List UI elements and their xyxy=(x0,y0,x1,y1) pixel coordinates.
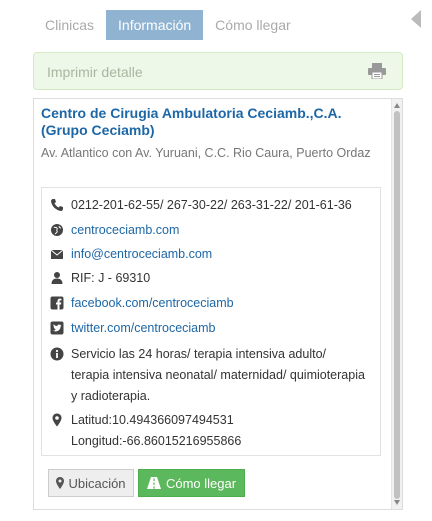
scroll-thumb[interactable] xyxy=(394,111,400,499)
map-marker-icon xyxy=(56,477,65,489)
user-icon xyxy=(51,272,63,284)
road-icon xyxy=(146,477,161,489)
phone-numbers: 0212-201-62-55/ 267-30-22/ 263-31-22/ 20… xyxy=(71,198,352,212)
tab-bar: Clinicas Información Cómo llegar xyxy=(33,10,303,40)
scroll-up-arrow-icon[interactable] xyxy=(394,103,400,108)
website-link[interactable]: centroceciamb.com xyxy=(71,222,377,238)
info-circle-icon xyxy=(50,347,64,361)
twitter-link[interactable]: twitter.com/centroceciamb xyxy=(71,320,377,336)
clinic-detail-panel: Centro de Cirugia Ambulatoria Ceciamb.,C… xyxy=(33,98,403,510)
email-link[interactable]: info@centroceciamb.com xyxy=(71,246,377,262)
tab-informacion[interactable]: Información xyxy=(106,10,204,40)
panel-scrollbar[interactable] xyxy=(391,99,402,509)
print-label: Imprimir detalle xyxy=(47,64,143,80)
clinic-address: Av. Atlantico con Av. Yuruani, C.C. Rio … xyxy=(41,146,371,160)
tab-clinicas[interactable]: Clinicas xyxy=(33,10,106,40)
facebook-icon xyxy=(50,296,64,310)
scroll-down-arrow-icon[interactable] xyxy=(394,500,400,505)
printer-icon xyxy=(368,63,386,79)
collapse-panel-icon[interactable] xyxy=(411,10,421,28)
envelope-icon xyxy=(50,249,64,259)
twitter-icon xyxy=(50,321,64,335)
services-description: Servicio las 24 horas/ terapia intensiva… xyxy=(71,347,365,403)
location-button-label: Ubicación xyxy=(68,475,126,491)
clinic-name: Centro de Cirugia Ambulatoria Ceciamb.,C… xyxy=(41,105,342,138)
coordinates: Latitud:10.494366097494531 Longitud:-66.… xyxy=(71,410,377,452)
facebook-link[interactable]: facebook.com/centroceciamb xyxy=(71,295,377,311)
longitude: Longitud:-66.86015216955866 xyxy=(71,434,242,448)
rif-number: RIF: J - 69310 xyxy=(71,271,151,285)
location-button[interactable]: Ubicación xyxy=(48,469,134,497)
phone-icon xyxy=(51,199,63,211)
latitude: Latitud:10.494366097494531 xyxy=(71,413,234,427)
directions-button[interactable]: Cómo llegar xyxy=(138,469,245,497)
globe-icon xyxy=(51,224,63,236)
directions-button-label: Cómo llegar xyxy=(165,475,237,491)
print-details-button[interactable]: Imprimir detalle xyxy=(33,52,403,90)
tab-como-llegar[interactable]: Cómo llegar xyxy=(203,10,302,40)
map-marker-icon xyxy=(52,413,62,427)
clinic-info-list: 0212-201-62-55/ 267-30-22/ 263-31-22/ 20… xyxy=(41,187,381,456)
